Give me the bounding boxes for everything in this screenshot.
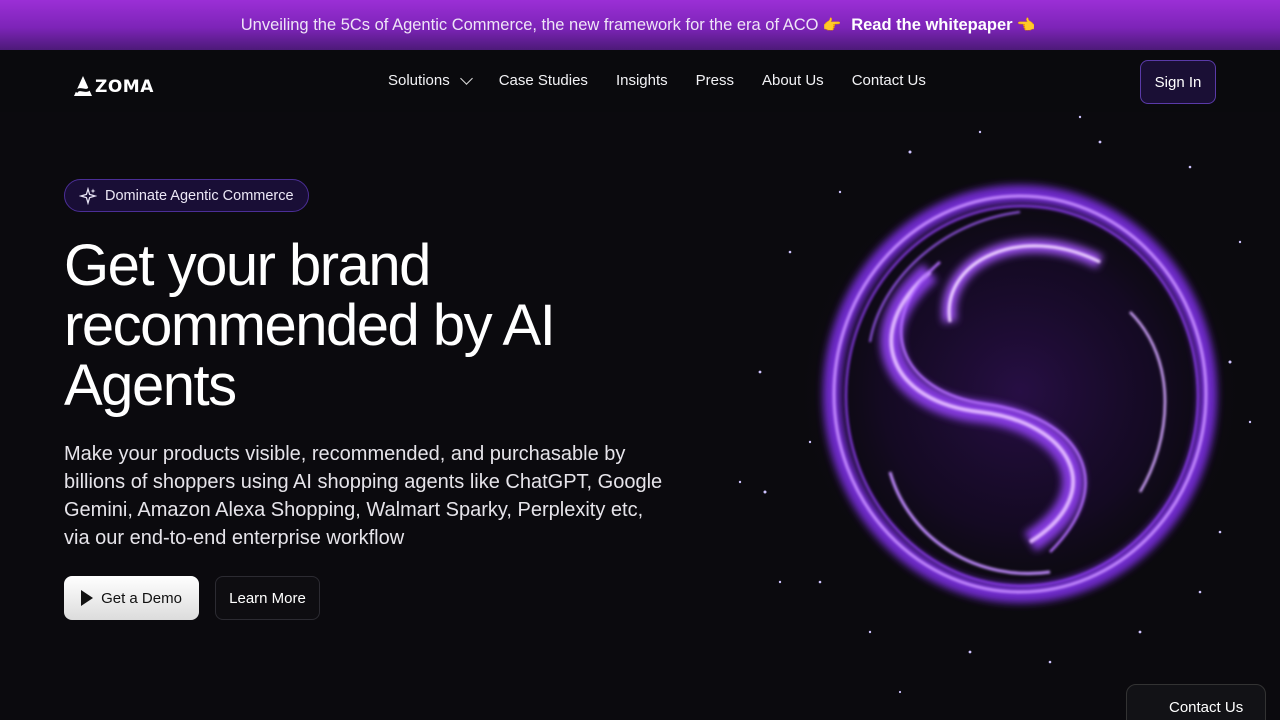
chevron-down-icon bbox=[459, 71, 473, 85]
learn-more-button[interactable]: Learn More bbox=[215, 576, 320, 620]
get-demo-button[interactable]: Get a Demo bbox=[64, 576, 199, 620]
pointing-left-icon: 👈 bbox=[1016, 17, 1036, 34]
play-icon bbox=[81, 590, 94, 606]
logo-mark-icon bbox=[74, 76, 92, 96]
nav-solutions[interactable]: Solutions bbox=[388, 71, 473, 89]
nav-solutions-label: Solutions bbox=[388, 72, 450, 89]
hero-title-line-2: recommended by AI bbox=[64, 293, 556, 358]
pointing-right-icon: 👉 bbox=[822, 17, 842, 34]
hero-subtitle: Make your products visible, recommended,… bbox=[64, 443, 663, 549]
hero-tag-label: Dominate Agentic Commerce bbox=[105, 187, 294, 204]
announcement-banner: Unveiling the 5Cs of Agentic Commerce, t… bbox=[0, 0, 1280, 50]
hero-title-line-3: Agents bbox=[64, 353, 237, 418]
banner-text: Unveiling the 5Cs of Agentic Commerce, t… bbox=[240, 15, 819, 34]
nav-insights[interactable]: Insights bbox=[616, 72, 668, 89]
sign-in-button[interactable]: Sign In bbox=[1140, 60, 1216, 104]
swirl-orb-graphic bbox=[738, 115, 1252, 694]
sparkle-icon bbox=[79, 186, 97, 205]
logo-wordmark: ZOMA bbox=[95, 77, 154, 97]
nav-case-studies[interactable]: Case Studies bbox=[499, 72, 588, 89]
get-demo-label: Get a Demo bbox=[101, 589, 182, 607]
nav-contact-us[interactable]: Contact Us bbox=[852, 72, 926, 89]
hero-title: Get your brand recommended by AI Agents bbox=[64, 236, 704, 416]
whitepaper-link[interactable]: Read the whitepaper bbox=[851, 16, 1012, 35]
floating-contact-button[interactable]: Contact Us bbox=[1126, 684, 1266, 720]
hero-title-line-1: Get your brand bbox=[64, 233, 431, 298]
main-menu: Solutions Case Studies Insights Press Ab… bbox=[388, 71, 926, 89]
nav-about-us[interactable]: About Us bbox=[762, 72, 824, 89]
top-navigation: ZOMA Solutions Case Studies Insights Pre… bbox=[0, 50, 1280, 112]
hero-tag-pill: Dominate Agentic Commerce bbox=[64, 179, 309, 212]
nav-press[interactable]: Press bbox=[696, 72, 734, 89]
azoma-logo[interactable]: ZOMA bbox=[72, 72, 154, 98]
